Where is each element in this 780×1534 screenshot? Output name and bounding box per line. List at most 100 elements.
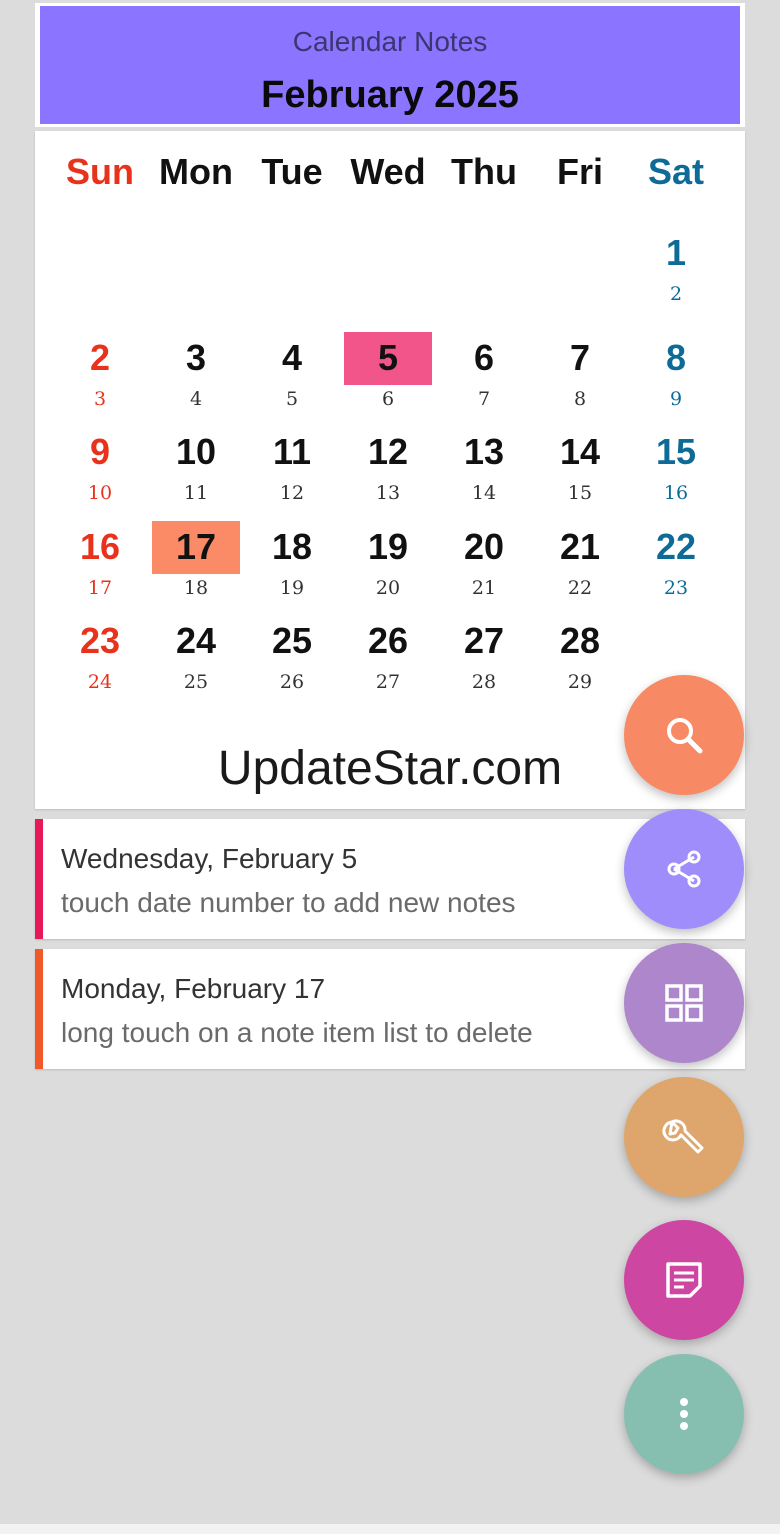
day-number[interactable]: 22	[632, 526, 720, 568]
calendar-day-28[interactable]: 28 29	[536, 615, 624, 703]
day-number[interactable]: 26	[344, 620, 432, 662]
calendar-day-10[interactable]: 10 11	[152, 426, 240, 514]
day-subtext: 9	[669, 388, 683, 410]
day-number[interactable]: 8	[632, 337, 720, 379]
weekday-header-wed: Wed	[350, 151, 426, 192]
note-icon	[666, 1262, 702, 1298]
note-color-bar	[35, 949, 43, 1069]
calendar-day-5[interactable]: 56	[344, 332, 432, 420]
calendar-day-8[interactable]: 89	[632, 332, 720, 420]
calendar-day-2[interactable]: 23	[56, 332, 144, 420]
wrench-icon	[662, 1119, 704, 1154]
calendar-day-11[interactable]: 11 12	[248, 426, 336, 514]
calendar-day-17[interactable]: 17 18	[152, 521, 240, 609]
day-number[interactable]: 9	[56, 431, 144, 473]
day-number[interactable]: 16	[56, 526, 144, 568]
more-fab[interactable]	[624, 1354, 744, 1474]
calendar-day-22[interactable]: 22 23	[632, 521, 720, 609]
day-number[interactable]: 17	[152, 526, 240, 568]
day-number[interactable]: 28	[536, 620, 624, 662]
app-title: Calendar Notes	[292, 26, 488, 57]
header-card: Calendar Notes February 2025	[35, 3, 745, 127]
day-number[interactable]: 20	[440, 526, 528, 568]
search-icon	[667, 718, 703, 754]
day-subtext: 11	[183, 482, 209, 504]
note-date: Wednesday, February 5	[61, 843, 358, 874]
day-subtext: 10	[87, 482, 113, 504]
day-number[interactable]: 4	[248, 337, 336, 379]
day-number[interactable]: 11	[248, 431, 336, 473]
day-number[interactable]: 5	[344, 337, 432, 379]
calendar-day-25[interactable]: 25 26	[248, 615, 336, 703]
calendar-day-7[interactable]: 78	[536, 332, 624, 420]
more-vertical-icon	[680, 1398, 688, 1430]
day-number[interactable]: 19	[344, 526, 432, 568]
calendar-day-24[interactable]: 24 25	[152, 615, 240, 703]
calendar-day-23[interactable]: 23 24	[56, 615, 144, 703]
day-subtext: 15	[567, 482, 593, 504]
day-subtext: 14	[471, 482, 497, 504]
day-subtext: 12	[279, 482, 305, 504]
calendar-day-6[interactable]: 67	[440, 332, 528, 420]
day-number[interactable]: 12	[344, 431, 432, 473]
day-number[interactable]: 23	[56, 620, 144, 662]
settings-fab[interactable]	[624, 1077, 744, 1197]
day-subtext: 29	[567, 671, 593, 693]
weekday-header-sun: Sun	[66, 151, 134, 192]
day-subtext: 18	[183, 577, 209, 599]
search-fab[interactable]	[624, 675, 744, 795]
calendar-day-3[interactable]: 34	[152, 332, 240, 420]
header-banner: Calendar Notes February 2025	[40, 6, 740, 124]
day-number[interactable]: 21	[536, 526, 624, 568]
calendar-day-12[interactable]: 12 13	[344, 426, 432, 514]
weekday-header-tue: Tue	[261, 151, 323, 192]
day-subtext: 19	[279, 577, 305, 599]
day-subtext: 22	[567, 577, 593, 599]
day-number[interactable]: 24	[152, 620, 240, 662]
calendar-day-15[interactable]: 15 16	[632, 426, 720, 514]
day-subtext: 23	[663, 577, 689, 599]
day-number[interactable]: 3	[152, 337, 240, 379]
weekday-header-thu: Thu	[451, 151, 517, 192]
day-number[interactable]: 2	[56, 337, 144, 379]
note-text: touch date number to add new notes	[61, 887, 516, 918]
day-subtext: 13	[375, 482, 401, 504]
calendar-day-21[interactable]: 21 22	[536, 521, 624, 609]
calendar-day-18[interactable]: 18 19	[248, 521, 336, 609]
weekday-header-fri: Fri	[556, 151, 603, 192]
day-number[interactable]: 25	[248, 620, 336, 662]
day-subtext: 21	[471, 577, 497, 599]
calendar-day-9[interactable]: 9 10	[56, 426, 144, 514]
day-subtext: 25	[183, 671, 209, 693]
day-number[interactable]: 15	[632, 431, 720, 473]
calendar-day-20[interactable]: 20 21	[440, 521, 528, 609]
calendar-day-14[interactable]: 14 15	[536, 426, 624, 514]
share-fab[interactable]	[624, 809, 744, 929]
day-subtext: 8	[573, 388, 587, 410]
day-number[interactable]: 14	[536, 431, 624, 473]
note-color-bar	[35, 819, 43, 939]
day-subtext: 6	[381, 388, 395, 410]
calendar-day-19[interactable]: 19 20	[344, 521, 432, 609]
day-subtext: 28	[471, 671, 497, 693]
calendar-day-1[interactable]: 12	[632, 227, 720, 315]
day-number[interactable]: 7	[536, 337, 624, 379]
calendar-day-26[interactable]: 26 27	[344, 615, 432, 703]
day-number[interactable]: 13	[440, 431, 528, 473]
day-number[interactable]: 10	[152, 431, 240, 473]
weekday-header-sat: Sat	[647, 151, 705, 192]
day-number[interactable]: 6	[440, 337, 528, 379]
day-subtext: 16	[663, 482, 689, 504]
notes-fab[interactable]	[624, 1220, 744, 1340]
grid-icon	[665, 984, 703, 1022]
calendar-day-13[interactable]: 13 14	[440, 426, 528, 514]
day-subtext: 27	[375, 671, 401, 693]
calendar-day-4[interactable]: 45	[248, 332, 336, 420]
calendar-day-16[interactable]: 16 17	[56, 521, 144, 609]
day-number[interactable]: 27	[440, 620, 528, 662]
day-number[interactable]: 18	[248, 526, 336, 568]
month-title[interactable]: February 2025	[40, 74, 740, 117]
day-number[interactable]: 1	[632, 232, 720, 274]
grid-fab[interactable]	[624, 943, 744, 1063]
calendar-day-27[interactable]: 27 28	[440, 615, 528, 703]
